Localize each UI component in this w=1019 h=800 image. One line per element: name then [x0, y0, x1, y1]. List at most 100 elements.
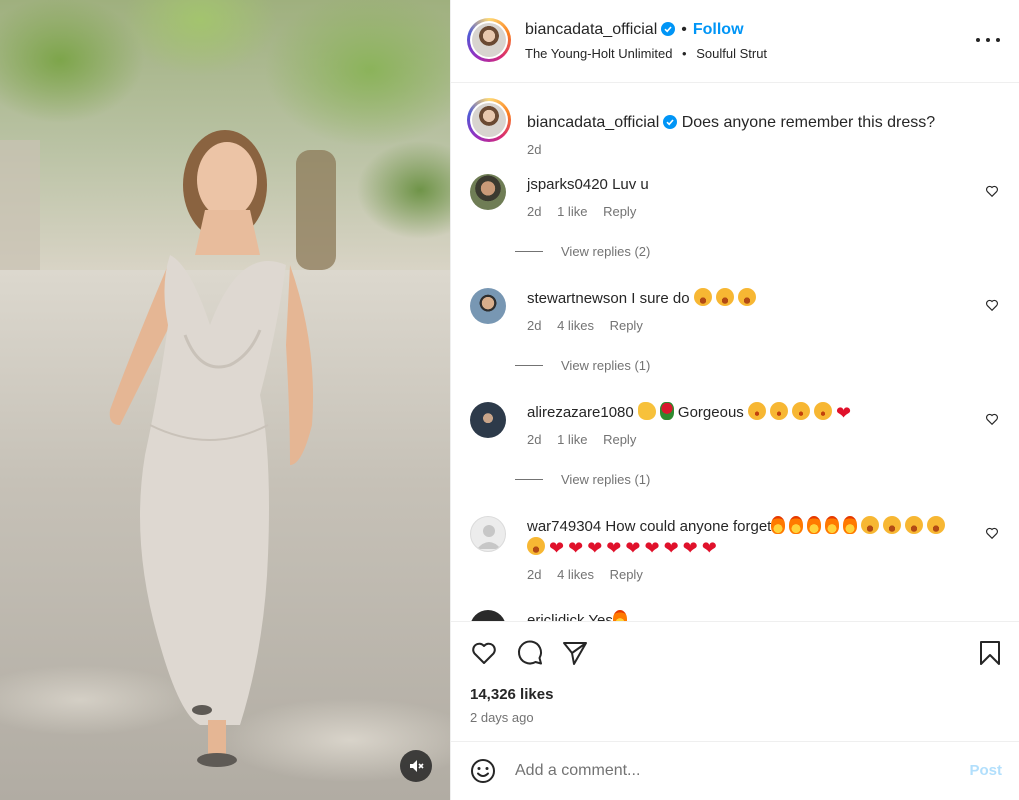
- red-heart-emoji-icon: ❤: [625, 538, 641, 558]
- view-replies-button[interactable]: View replies (2): [515, 244, 650, 259]
- reply-button[interactable]: Reply: [610, 318, 643, 333]
- caption-avatar[interactable]: [467, 98, 511, 142]
- follow-button[interactable]: Follow: [693, 21, 744, 38]
- commenter-avatar[interactable]: [470, 288, 506, 324]
- woman-in-crochet-dress: [109, 130, 314, 767]
- comment-likes[interactable]: 4 likes: [557, 318, 594, 333]
- share-send-icon[interactable]: [561, 639, 589, 667]
- mute-toggle-button[interactable]: [400, 750, 432, 782]
- kissing-face-emoji-icon: [769, 402, 788, 420]
- view-replies-label: View replies (1): [561, 358, 651, 373]
- view-replies-button[interactable]: View replies (1): [515, 472, 650, 487]
- view-replies-label: View replies (2): [561, 244, 651, 259]
- commenter-avatar[interactable]: [470, 402, 506, 438]
- comment-username[interactable]: alirezazare1080: [527, 404, 634, 421]
- caption-body: Does anyone remember this dress?: [681, 114, 936, 131]
- heart-eyes-emoji-icon: [737, 288, 756, 306]
- rose-emoji-icon: [659, 402, 674, 420]
- like-heart-icon[interactable]: [470, 639, 498, 667]
- kissing-face-emoji-icon: [813, 402, 832, 420]
- add-comment-bar: Post: [451, 741, 1019, 800]
- reply-button[interactable]: Reply: [603, 204, 636, 219]
- fire-emoji-icon: [771, 516, 786, 534]
- comment-likes[interactable]: 1 like: [557, 432, 587, 447]
- fire-emoji-icon: [789, 516, 804, 534]
- background-wall: [0, 140, 40, 270]
- red-heart-emoji-icon: ❤: [644, 538, 660, 558]
- comment-meta: 2d 4 likes Reply: [527, 318, 655, 333]
- comment-likes[interactable]: 4 likes: [557, 567, 594, 582]
- post-comment-button[interactable]: Post: [969, 762, 1002, 779]
- author-username[interactable]: biancadata_official: [525, 21, 657, 38]
- view-replies-label: View replies (1): [561, 472, 651, 487]
- comment-bubble-icon[interactable]: [516, 639, 544, 667]
- like-comment-icon[interactable]: [985, 526, 999, 540]
- commenter-avatar[interactable]: [470, 516, 506, 552]
- author-avatar[interactable]: [467, 18, 511, 62]
- comment-text: jsparks0420 Luv u: [527, 174, 967, 195]
- comment-username[interactable]: ericlidick: [527, 612, 585, 621]
- kissing-face-emoji-icon: [791, 402, 810, 420]
- reply-button[interactable]: Reply: [610, 567, 643, 582]
- caption-time: 2d: [527, 142, 542, 157]
- save-bookmark-icon[interactable]: [976, 639, 1004, 667]
- emoji-picker-icon[interactable]: [470, 758, 496, 784]
- likes-count[interactable]: 14,326 likes: [470, 686, 553, 703]
- commenter-avatar[interactable]: [470, 610, 506, 621]
- comment-username[interactable]: stewartnewson: [527, 290, 627, 307]
- smiling-hearts-emoji-icon: [747, 402, 766, 420]
- replies-rule: [515, 479, 543, 480]
- fire-emoji-icon: [843, 516, 858, 534]
- comment-text: ericlidick Yes: [527, 610, 967, 621]
- audio-track[interactable]: Soulful Strut: [696, 46, 767, 61]
- post-actions: 14,326 likes 2 days ago: [451, 621, 1019, 741]
- red-heart-emoji-icon: ❤: [587, 538, 603, 558]
- more-options-icon: [976, 38, 980, 42]
- replies-rule: [515, 251, 543, 252]
- like-comment-icon[interactable]: [985, 412, 999, 426]
- comment-text: stewartnewson I sure do: [527, 288, 967, 309]
- comment-meta: 2d 1 like Reply: [527, 432, 648, 447]
- comment-input[interactable]: [515, 758, 945, 784]
- view-replies-button[interactable]: View replies (1): [515, 358, 650, 373]
- fire-emoji-icon: [825, 516, 840, 534]
- default-avatar-icon: [477, 525, 501, 549]
- comment-time: 2d: [527, 432, 542, 447]
- post-timestamp[interactable]: 2 days ago: [470, 710, 534, 725]
- comment-body: How could anyone forget: [605, 518, 772, 535]
- speaker-muted-icon: [410, 760, 424, 772]
- comment-username[interactable]: jsparks0420: [527, 176, 608, 193]
- comment-username[interactable]: war749304: [527, 518, 601, 535]
- verified-badge-icon: [663, 115, 678, 129]
- post-side-panel: biancadata_official • Follow The Young-Hol…: [450, 0, 1019, 800]
- author-line: biancadata_official • Follow: [525, 21, 744, 39]
- post-media[interactable]: [0, 0, 450, 800]
- fire-emoji-icon: [612, 610, 627, 621]
- comment-time: 2d: [527, 567, 542, 582]
- comments-list[interactable]: biancadata_official Does anyone remember…: [451, 84, 1019, 621]
- comment-body: I sure do: [631, 290, 690, 307]
- audio-separator: •: [682, 46, 687, 61]
- reply-button[interactable]: Reply: [603, 432, 636, 447]
- caption-username[interactable]: biancadata_official: [527, 114, 659, 131]
- red-heart-emoji-icon: ❤: [606, 538, 622, 558]
- header-separator: •: [681, 21, 687, 38]
- like-comment-icon[interactable]: [985, 298, 999, 312]
- commenter-avatar[interactable]: [470, 174, 506, 210]
- comment-body: Gorgeous: [677, 404, 744, 421]
- comment-body: Luv u: [612, 176, 649, 193]
- like-comment-icon[interactable]: [985, 184, 999, 198]
- more-options-button[interactable]: [976, 30, 1000, 50]
- replies-rule: [515, 365, 543, 366]
- verified-badge-icon: [661, 22, 676, 36]
- comment-likes[interactable]: 1 like: [557, 204, 587, 219]
- audio-artist[interactable]: The Young-Holt Unlimited: [525, 46, 672, 61]
- red-heart-emoji-icon: ❤: [835, 403, 852, 423]
- heart-eyes-emoji-icon: [927, 516, 946, 534]
- audio-info[interactable]: The Young-Holt Unlimited • Soulful Strut: [525, 46, 767, 61]
- red-heart-emoji-icon: ❤: [682, 538, 698, 558]
- comment-text: alirezazare1080 Gorgeous ❤: [527, 402, 967, 423]
- comment-meta: 2d 4 likes Reply: [527, 567, 655, 582]
- heart-eyes-emoji-icon: [693, 288, 712, 306]
- heart-eyes-emoji-icon: [527, 537, 545, 555]
